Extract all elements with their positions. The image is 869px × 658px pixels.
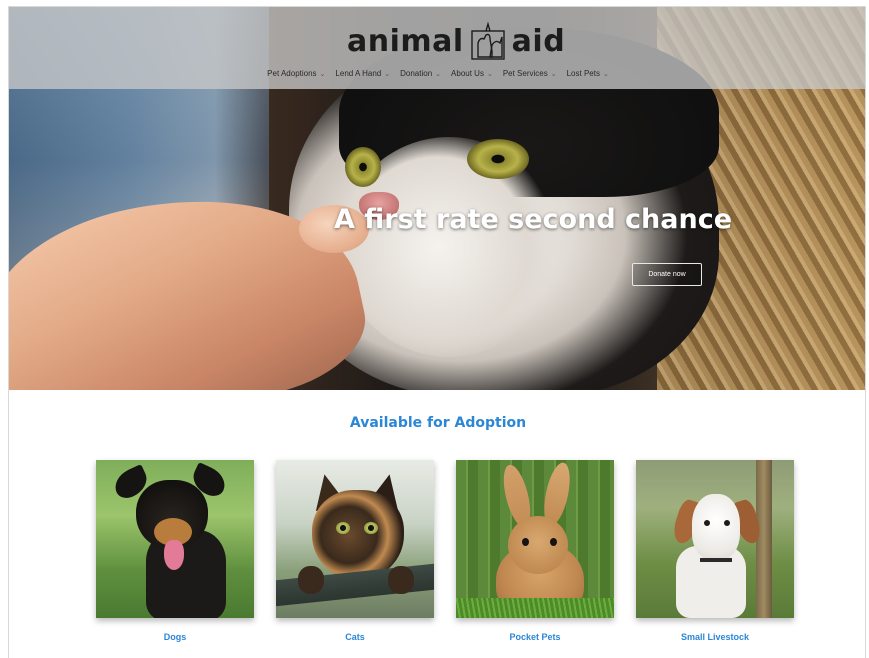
adoption-card-cats[interactable]: Cats (276, 460, 434, 646)
nav-item-about-us[interactable]: About Us ⌄ (451, 69, 493, 78)
nav-item-label: Lost Pets (566, 69, 600, 78)
chevron-down-icon: ⌄ (319, 70, 326, 78)
rabbit-eye-left (522, 538, 529, 546)
cat-photo[interactable] (276, 460, 434, 618)
logo-text-left: animal (347, 23, 464, 59)
nav-item-label: About Us (451, 69, 484, 78)
grass (456, 598, 614, 618)
goat-collar (700, 558, 732, 562)
adoption-section-title: Available for Adoption (349, 415, 527, 431)
nav-item-pet-adoptions[interactable]: Pet Adoptions ⌄ (267, 69, 325, 78)
card-label-small-livestock[interactable]: Small Livestock (636, 632, 794, 642)
rabbit-head (508, 516, 568, 574)
dog-leg (154, 590, 168, 618)
adoption-cards: Dogs Cats Pocket Pets Small Livestock (96, 460, 796, 650)
nav-item-pet-services[interactable]: Pet Services ⌄ (503, 69, 557, 78)
page: animal aid Pet Adoptions ⌄ Lend A Hand ⌄ (8, 6, 866, 658)
goat-eye-left (704, 520, 710, 526)
adoption-card-dogs[interactable]: Dogs (96, 460, 254, 646)
cat-paw-left (298, 566, 324, 594)
adoption-card-pocket-pets[interactable]: Pocket Pets (456, 460, 614, 646)
logo-text-right: aid (511, 23, 566, 59)
cat-eye-left (336, 522, 350, 534)
hero-banner: animal aid Pet Adoptions ⌄ Lend A Hand ⌄ (9, 7, 865, 390)
cat-paw-right (388, 566, 414, 594)
rabbit-eye-right (550, 538, 557, 546)
cat-head (312, 490, 404, 580)
dog-cat-logo-icon (470, 21, 505, 60)
hero-cat-eye-right (467, 139, 529, 179)
nav-item-label: Pet Services (502, 69, 548, 78)
site-logo[interactable]: animal aid (347, 21, 565, 61)
nav-item-lend-a-hand[interactable]: Lend A Hand ⌄ (335, 69, 390, 78)
goat-eye-right (724, 520, 730, 526)
site-header: animal aid Pet Adoptions ⌄ Lend A Hand ⌄ (9, 7, 865, 89)
chevron-down-icon: ⌄ (435, 70, 442, 78)
cat-eye-right (364, 522, 378, 534)
dog-tongue (164, 540, 184, 570)
card-label-dogs[interactable]: Dogs (96, 632, 254, 642)
donate-now-button[interactable]: Donate now (632, 263, 702, 286)
hero-title: A first rate second chance (334, 204, 733, 235)
nav-item-label: Lend A Hand (335, 69, 382, 78)
card-label-pocket-pets[interactable]: Pocket Pets (456, 632, 614, 642)
rabbit-photo[interactable] (456, 460, 614, 618)
adoption-card-small-livestock[interactable]: Small Livestock (636, 460, 794, 646)
chevron-down-icon: ⌄ (550, 70, 557, 78)
dog-leg (198, 590, 212, 618)
dog-photo[interactable] (96, 460, 254, 618)
chevron-down-icon: ⌄ (602, 70, 609, 78)
nav-item-label: Donation (400, 69, 433, 78)
nav-item-donation[interactable]: Donation ⌄ (400, 69, 441, 78)
card-label-cats[interactable]: Cats (276, 632, 434, 642)
chevron-down-icon: ⌄ (384, 70, 391, 78)
nav-item-label: Pet Adoptions (267, 69, 317, 78)
nav-item-lost-pets[interactable]: Lost Pets ⌄ (567, 69, 609, 78)
chevron-down-icon: ⌄ (486, 70, 493, 78)
main-nav: Pet Adoptions ⌄ Lend A Hand ⌄ Donation ⌄… (9, 69, 865, 78)
goat-head (692, 494, 740, 560)
hero-cat-eye-left (345, 147, 381, 187)
goat-photo[interactable] (636, 460, 794, 618)
fence-post (756, 460, 772, 618)
